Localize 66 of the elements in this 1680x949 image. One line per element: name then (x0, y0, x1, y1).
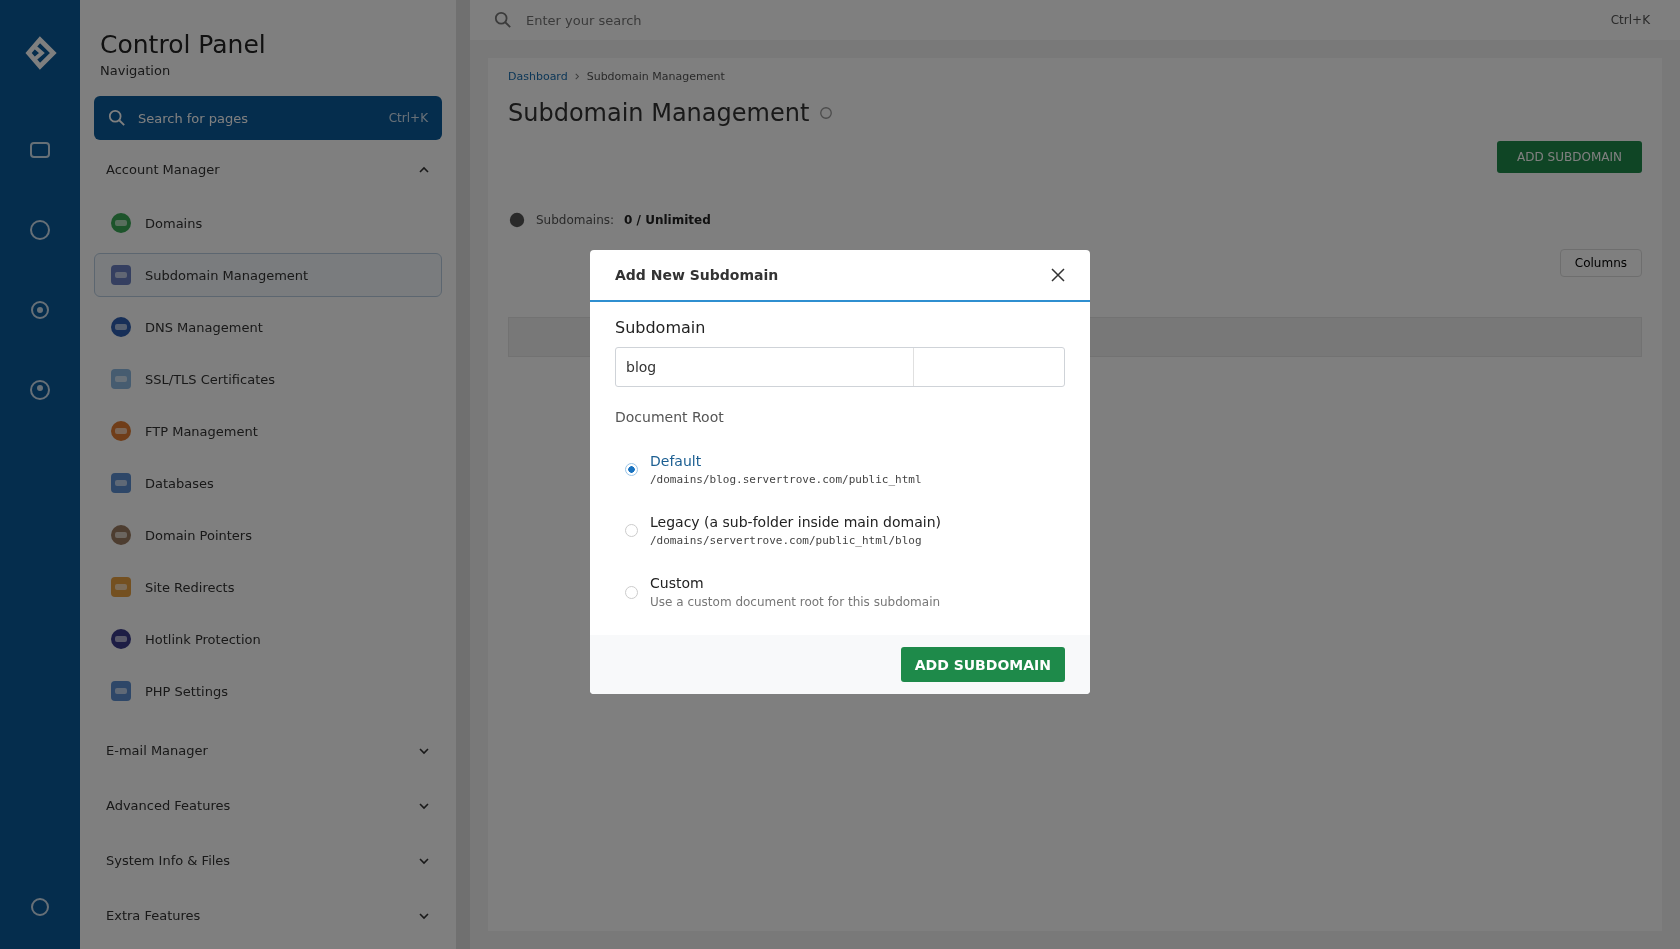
breadcrumb[interactable]: Dashboard (508, 70, 568, 83)
nav-label: Site Redirects (145, 579, 235, 595)
nav-item[interactable]: DNS Management (94, 305, 442, 349)
subdomain-field[interactable]: blog (615, 347, 1065, 387)
page-icon (109, 419, 133, 443)
nav-item[interactable]: Databases (94, 461, 442, 505)
columns-button[interactable]: Columns (1559, 249, 1642, 277)
page-icon (109, 263, 133, 287)
page-search-field[interactable]: Search for pages Ctrl+K (94, 96, 442, 140)
path-text: /domains/blog.servertrove.com/public_html (650, 473, 922, 486)
field-value: blog (625, 359, 658, 375)
section-header[interactable]: Account Manager (94, 144, 442, 195)
add-subdomain-button[interactable]: ADD SUBDOMAIN (1497, 141, 1642, 173)
nav-item[interactable]: Hotlink Protection (94, 617, 442, 661)
stats-label: Subdomains: (536, 213, 615, 227)
nav-item[interactable]: PHP Settings (94, 669, 442, 713)
search-icon (108, 109, 126, 127)
search-icon (494, 11, 512, 29)
close-icon[interactable] (1050, 267, 1066, 283)
top-search-field[interactable]: Enter your search (524, 11, 828, 29)
section-header[interactable]: E-mail Manager (94, 725, 442, 776)
section-header[interactable]: Extra Features (94, 890, 442, 941)
option-label[interactable]: Default (650, 453, 922, 469)
path-text: /domains/servertrove.com/public_html/blog (650, 534, 923, 547)
nav-label: FTP Management (145, 423, 258, 439)
page-icon (109, 679, 133, 703)
add-subdomain-button[interactable]: ADD SUBDOMAIN (900, 647, 1065, 682)
nav-item[interactable]: Domain Pointers (94, 513, 442, 557)
nav-label: PHP Settings (145, 683, 228, 699)
nav-item[interactable]: Subdomain Management (94, 253, 442, 297)
breadcrumb: Subdomain Management (586, 70, 725, 83)
page-icon (109, 471, 133, 495)
nav-label: Databases (145, 475, 214, 491)
page-icon (109, 211, 133, 235)
radio-button[interactable] (625, 463, 638, 476)
page-title: Subdomain Management (508, 99, 810, 127)
page-icon (109, 523, 133, 547)
group-label: Document Root (615, 409, 725, 425)
nav-item[interactable]: Site Redirects (94, 565, 442, 609)
shortcut-hint: Ctrl+K (388, 111, 428, 125)
page-icon (109, 367, 133, 391)
stats-value: 0 / Unlimited (624, 213, 711, 227)
chevron-icon (573, 73, 581, 80)
panel-subtitle: Navigation (99, 63, 172, 78)
shortcut-hint: Ctrl+K (1610, 13, 1650, 27)
nav-item[interactable]: FTP Management (94, 409, 442, 453)
section-header[interactable]: System Info & Files (94, 835, 442, 886)
nav-label: Subdomain Management (145, 267, 309, 283)
nav-label: Domain Pointers (145, 527, 252, 543)
page-icon (109, 315, 133, 339)
page-icon (109, 627, 133, 651)
nav-label: SSL/TLS Certificates (145, 371, 275, 387)
page-icon (109, 575, 133, 599)
option-label[interactable]: Legacy (a sub-folder inside main domain) (650, 514, 941, 530)
option-label[interactable]: Custom (650, 575, 941, 591)
nav-label: DNS Management (145, 319, 263, 335)
nav-label: Hotlink Protection (145, 631, 261, 647)
option-hint: Use a custom document root for this subdomain (650, 595, 941, 609)
nav-label: Domains (145, 215, 203, 231)
search-placeholder: Search for pages (138, 110, 250, 126)
dialog-title: Add New Subdomain (615, 267, 779, 283)
panel-title: Control Panel (99, 30, 267, 59)
nav-item[interactable]: Domains (94, 201, 442, 245)
field-label: Subdomain (615, 318, 707, 337)
nav-item[interactable]: SSL/TLS Certificates (94, 357, 442, 401)
section-header[interactable]: Advanced Features (94, 780, 442, 831)
